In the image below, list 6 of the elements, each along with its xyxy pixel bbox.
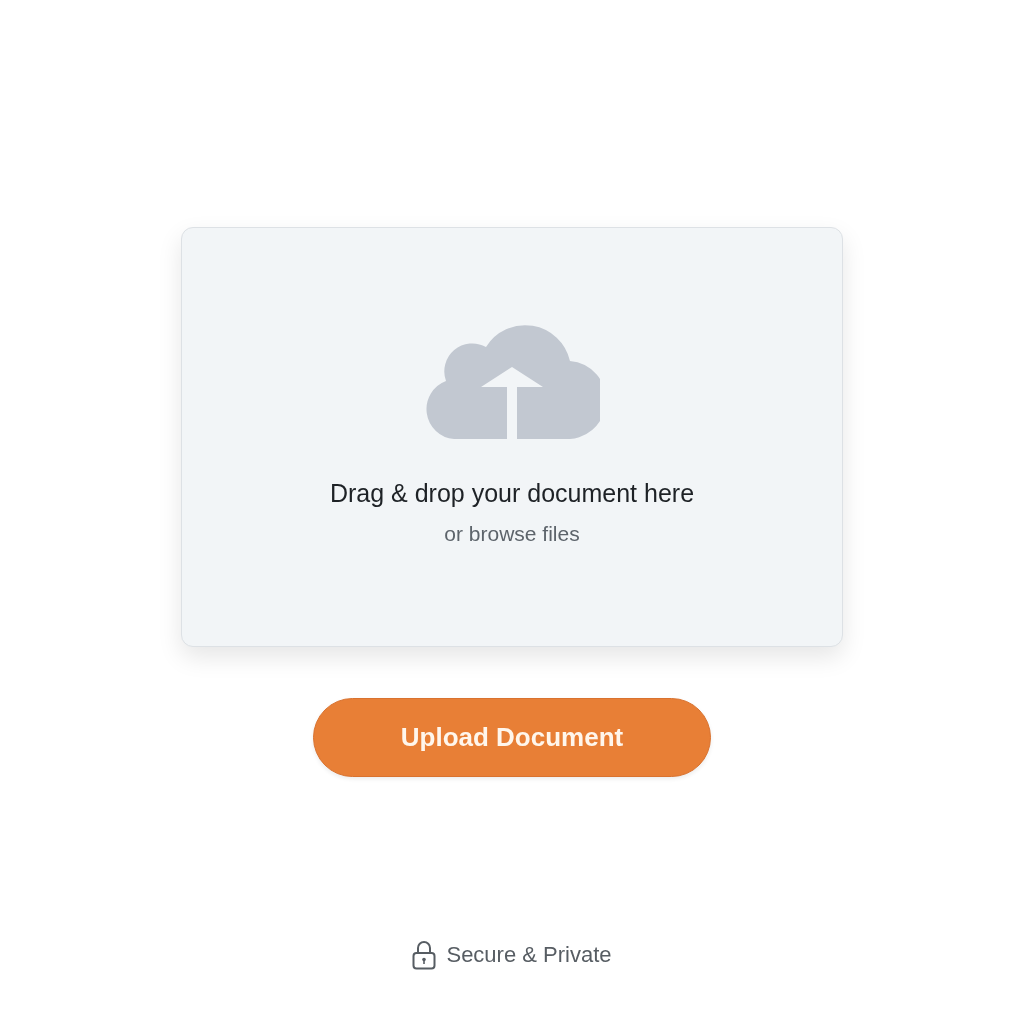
security-note: Secure & Private	[446, 942, 612, 968]
lock-icon	[412, 940, 437, 970]
dropzone-card[interactable]: Drag & drop your document here or browse files	[181, 227, 843, 647]
dropzone-title: Drag & drop your document here	[329, 479, 695, 508]
cloud-upload-icon	[424, 323, 600, 439]
browse-files-link[interactable]: or browse files	[444, 522, 580, 546]
